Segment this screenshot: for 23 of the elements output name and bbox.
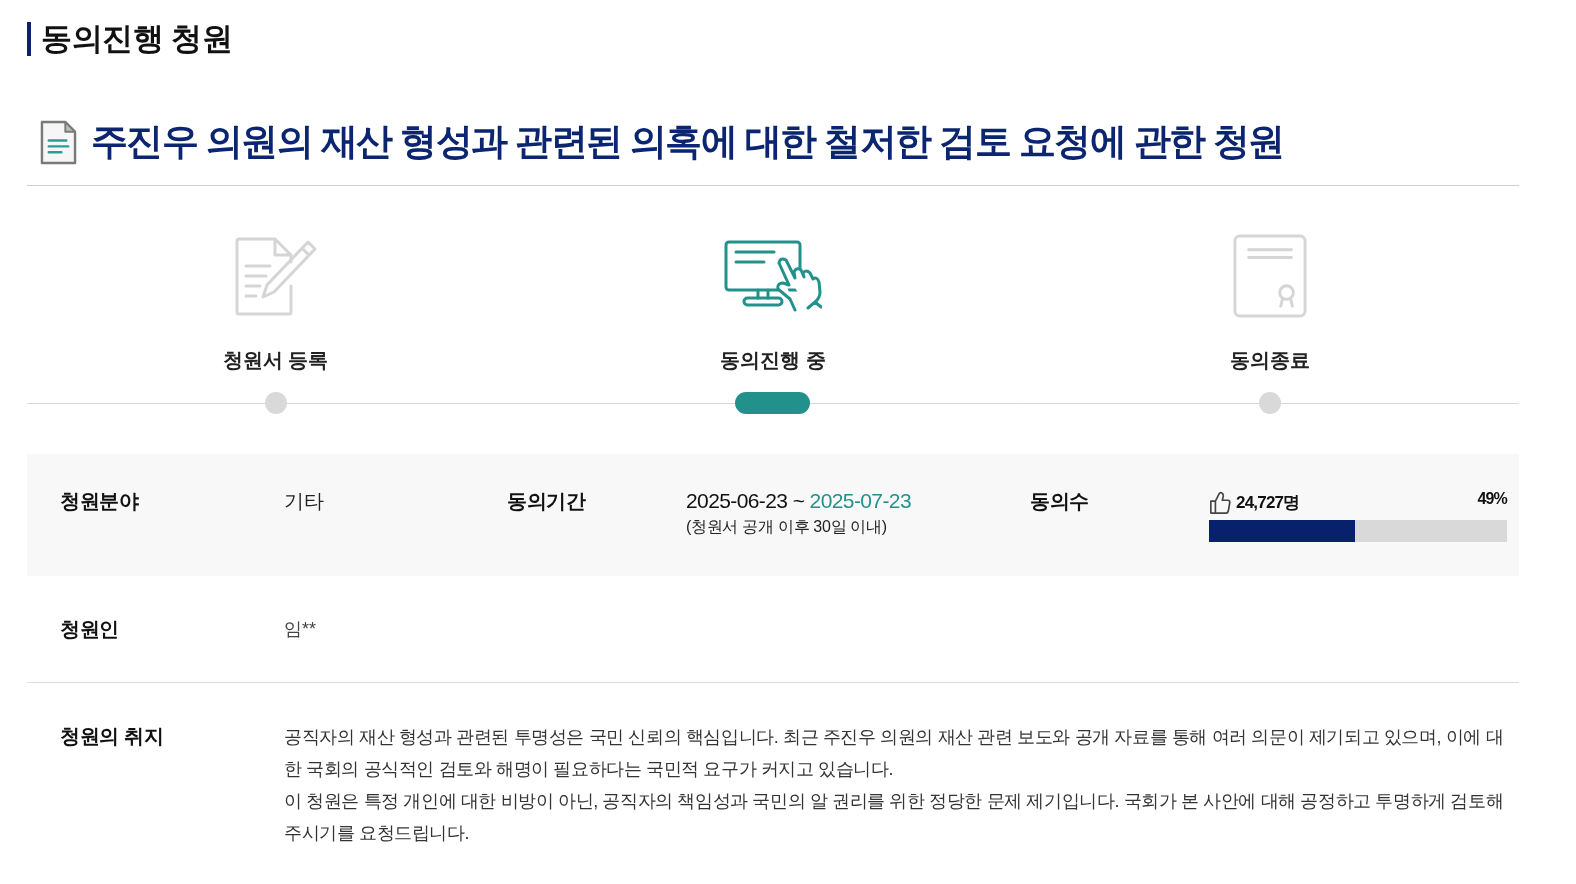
document-pencil-icon <box>233 236 318 316</box>
field-label: 청원인 <box>60 617 121 642</box>
field-label: 동의수 <box>1030 489 1091 514</box>
date-range: 2025-06-23 ~ 2025-07-23 <box>686 488 912 514</box>
purpose-text: 이 청원은 특정 개인에 대한 비방이 아닌, 공직자의 책임성과 국민의 알 권리를 위한 정당한 문제 제기입니다. 국회가 본 사안에 대해 공정하고 투명하게 검토해 주시기를 요청드립니다. <box>284 790 1505 845</box>
step-label: 동의종료 <box>1230 348 1311 373</box>
purpose-text: 공직자의 재산 형성과 관련된 투명성은 국민 신뢰의 핵심입니다. 최근 주진우 의원의 재산 관련 보도와 공개 자료를 통해 여러 의문이 제기되고 있으며, 이에 대한 국회의 공식적인 검토와 해명이 필요하다는 국민적 요구가 커지고 있습니다. <box>284 726 1505 781</box>
thumbs-up-icon <box>1209 491 1231 515</box>
agreement-count: 24,727명 <box>1236 492 1300 514</box>
petition-title: 주진우 의원의 재산 형성과 관련된 의혹에 대한 철저한 검토 요청에 관한 청원 <box>91 120 1284 164</box>
section-heading: 동의진행 청원 <box>27 22 233 56</box>
period-note: (청원서 공개 이후 30일 이내) <box>686 517 888 537</box>
step-label: 청원서 등록 <box>222 348 329 373</box>
field-label: 동의기간 <box>507 489 587 514</box>
field-value: 기타 <box>284 489 325 514</box>
field-value: 임** <box>284 618 317 641</box>
document-icon <box>40 119 77 165</box>
monitor-hand-icon <box>724 240 822 312</box>
field-label: 청원의 취지 <box>60 724 165 749</box>
certificate-icon <box>1233 234 1308 318</box>
field-label: 청원분야 <box>60 489 140 514</box>
step-label: 동의진행 중 <box>720 348 826 373</box>
agreement-percent: 49% <box>1477 489 1507 509</box>
